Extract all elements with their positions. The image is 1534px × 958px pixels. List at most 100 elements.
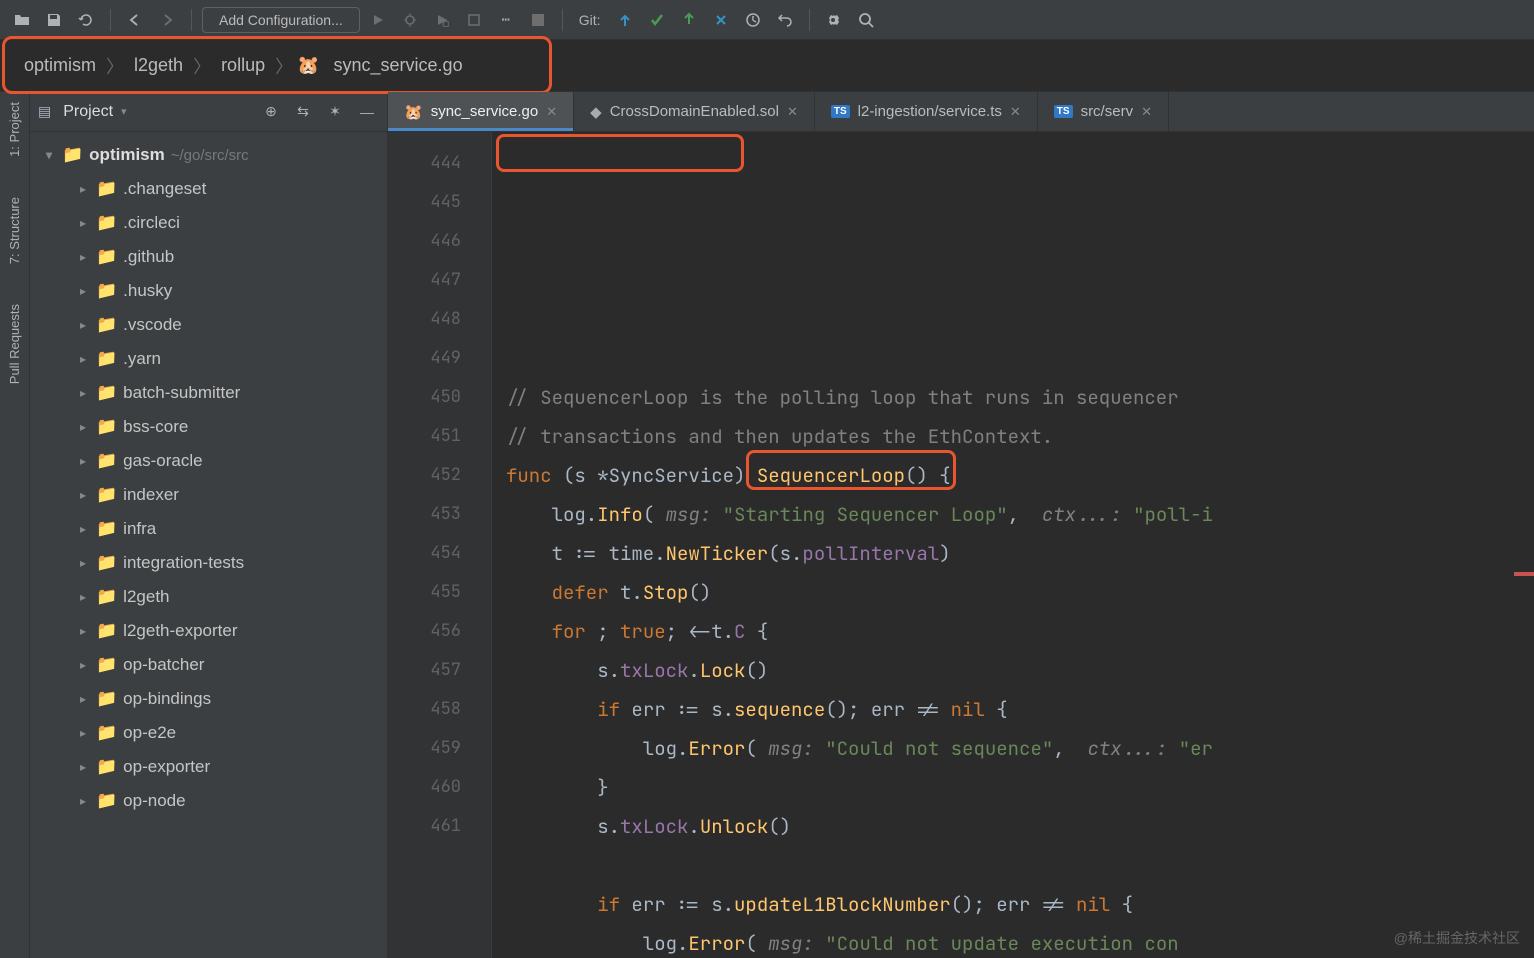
- tree-root[interactable]: ▾📁 optimism ~/go/src/src: [30, 138, 387, 172]
- line-number: 449: [388, 339, 461, 378]
- save-icon[interactable]: [40, 6, 68, 34]
- project-tree[interactable]: ▾📁 optimism ~/go/src/src▸📁 .changeset▸📁 …: [30, 132, 387, 958]
- editor-tab[interactable]: ◆CrossDomainEnabled.sol✕: [574, 92, 815, 131]
- line-number: 455: [388, 573, 461, 612]
- settings-icon[interactable]: [820, 6, 848, 34]
- code-line[interactable]: log.Info( msg: "Starting Sequencer Loop"…: [506, 495, 1534, 534]
- tool-window-tab-structure[interactable]: 7: Structure: [7, 197, 22, 264]
- git-rollback-icon[interactable]: [771, 6, 799, 34]
- tree-folder[interactable]: ▸📁 .github: [30, 240, 387, 274]
- code-line[interactable]: // transactions and then updates the Eth…: [506, 417, 1534, 456]
- line-number: 460: [388, 768, 461, 807]
- run-config-button[interactable]: Add Configuration...: [202, 7, 360, 33]
- gear-icon[interactable]: ✶: [323, 100, 347, 124]
- close-icon[interactable]: ✕: [1141, 104, 1152, 120]
- go-file-icon: 🐹: [404, 103, 423, 121]
- profile-icon[interactable]: [460, 6, 488, 34]
- line-number: 458: [388, 690, 461, 729]
- breadcrumb-item[interactable]: rollup: [211, 51, 275, 80]
- chevron-right-icon: 〉: [106, 53, 124, 79]
- code-line[interactable]: if err := s.sequence(); err != nil {: [506, 690, 1534, 729]
- tool-window-tab-pull-requests[interactable]: Pull Requests: [7, 304, 22, 384]
- line-number: 444: [388, 144, 461, 183]
- code[interactable]: // SequencerLoop is the polling loop tha…: [492, 132, 1534, 958]
- debug-icon[interactable]: [396, 6, 424, 34]
- back-icon[interactable]: [121, 6, 149, 34]
- tree-folder[interactable]: ▸📁 infra: [30, 512, 387, 546]
- editor-tab[interactable]: TSsrc/serv✕: [1038, 92, 1169, 131]
- code-line[interactable]: func (s *SyncService) SequencerLoop() {: [506, 456, 1534, 495]
- locate-icon[interactable]: ⊕: [259, 100, 283, 124]
- project-view-icon: ▤: [38, 103, 51, 120]
- solidity-file-icon: ◆: [590, 103, 602, 121]
- tree-folder[interactable]: ▸📁 op-node: [30, 784, 387, 818]
- breadcrumb-item[interactable]: optimism: [14, 51, 106, 80]
- code-line[interactable]: }: [506, 768, 1534, 807]
- attach-icon[interactable]: ⋯: [492, 6, 520, 34]
- tree-folder[interactable]: ▸📁 op-exporter: [30, 750, 387, 784]
- editor-tab[interactable]: TSl2-ingestion/service.ts✕: [815, 92, 1038, 131]
- tree-folder[interactable]: ▸📁 .vscode: [30, 308, 387, 342]
- tree-folder[interactable]: ▸📁 op-batcher: [30, 648, 387, 682]
- tree-folder[interactable]: ▸📁 indexer: [30, 478, 387, 512]
- separator: [191, 9, 192, 31]
- tree-folder[interactable]: ▸📁 gas-oracle: [30, 444, 387, 478]
- git-history-icon[interactable]: [739, 6, 767, 34]
- tree-folder[interactable]: ▸📁 .yarn: [30, 342, 387, 376]
- code-line[interactable]: s.txLock.Unlock(): [506, 807, 1534, 846]
- forward-icon[interactable]: [153, 6, 181, 34]
- git-label: Git:: [579, 12, 601, 28]
- chevron-right-icon: 〉: [275, 53, 293, 79]
- stop-icon[interactable]: [524, 6, 552, 34]
- code-line[interactable]: log.Error( msg: "Could not sequence", ct…: [506, 729, 1534, 768]
- run-icon[interactable]: [364, 6, 392, 34]
- code-line[interactable]: // SequencerLoop is the polling loop tha…: [506, 378, 1534, 417]
- tool-window-strip: 1: Project 7: Structure Pull Requests: [0, 92, 30, 958]
- tree-folder[interactable]: ▸📁 integration-tests: [30, 546, 387, 580]
- error-marker[interactable]: [1514, 572, 1534, 576]
- code-line[interactable]: s.txLock.Lock(): [506, 651, 1534, 690]
- hide-icon[interactable]: —: [355, 100, 379, 124]
- chevron-down-icon[interactable]: ▾: [121, 105, 127, 118]
- git-update-icon[interactable]: [611, 6, 639, 34]
- expand-icon[interactable]: ⇆: [291, 100, 315, 124]
- editor-tab[interactable]: 🐹sync_service.go✕: [388, 92, 574, 131]
- breadcrumb-item[interactable]: sync_service.go: [324, 51, 473, 80]
- close-icon[interactable]: ✕: [1010, 104, 1021, 120]
- git-commit-icon[interactable]: [643, 6, 671, 34]
- code-line[interactable]: [506, 846, 1534, 885]
- git-push-icon[interactable]: [675, 6, 703, 34]
- code-area[interactable]: 4444454464474484494504514524534544554564…: [388, 132, 1534, 958]
- tree-folder[interactable]: ▸📁 l2geth: [30, 580, 387, 614]
- line-number: 454: [388, 534, 461, 573]
- line-number: 461: [388, 807, 461, 846]
- code-line[interactable]: t := time.NewTicker(s.pollInterval): [506, 534, 1534, 573]
- breadcrumb-item[interactable]: l2geth: [124, 51, 193, 80]
- tree-folder[interactable]: ▸📁 op-e2e: [30, 716, 387, 750]
- tree-folder[interactable]: ▸📁 batch-submitter: [30, 376, 387, 410]
- tree-folder[interactable]: ▸📁 .circleci: [30, 206, 387, 240]
- code-line[interactable]: log.Error( msg: "Could not update execut…: [506, 924, 1534, 958]
- code-line[interactable]: if err := s.updateL1BlockNumber(); err !…: [506, 885, 1534, 924]
- tree-folder[interactable]: ▸📁 .husky: [30, 274, 387, 308]
- refresh-icon[interactable]: [72, 6, 100, 34]
- open-icon[interactable]: [8, 6, 36, 34]
- git-branches-icon[interactable]: [707, 6, 735, 34]
- tree-folder[interactable]: ▸📁 op-bindings: [30, 682, 387, 716]
- tree-folder[interactable]: ▸📁 l2geth-exporter: [30, 614, 387, 648]
- close-icon[interactable]: ✕: [546, 104, 557, 120]
- code-line[interactable]: for ; true; <-t.C {: [506, 612, 1534, 651]
- tool-window-tab-project[interactable]: 1: Project: [7, 102, 22, 157]
- separator: [562, 9, 563, 31]
- tree-folder[interactable]: ▸📁 .changeset: [30, 172, 387, 206]
- close-icon[interactable]: ✕: [787, 104, 798, 120]
- line-number: 456: [388, 612, 461, 651]
- project-panel-title[interactable]: Project: [63, 103, 113, 121]
- separator: [809, 9, 810, 31]
- tree-folder[interactable]: ▸📁 bss-core: [30, 410, 387, 444]
- search-icon[interactable]: [852, 6, 880, 34]
- coverage-icon[interactable]: [428, 6, 456, 34]
- line-number: 446: [388, 222, 461, 261]
- line-number: 457: [388, 651, 461, 690]
- code-line[interactable]: defer t.Stop(): [506, 573, 1534, 612]
